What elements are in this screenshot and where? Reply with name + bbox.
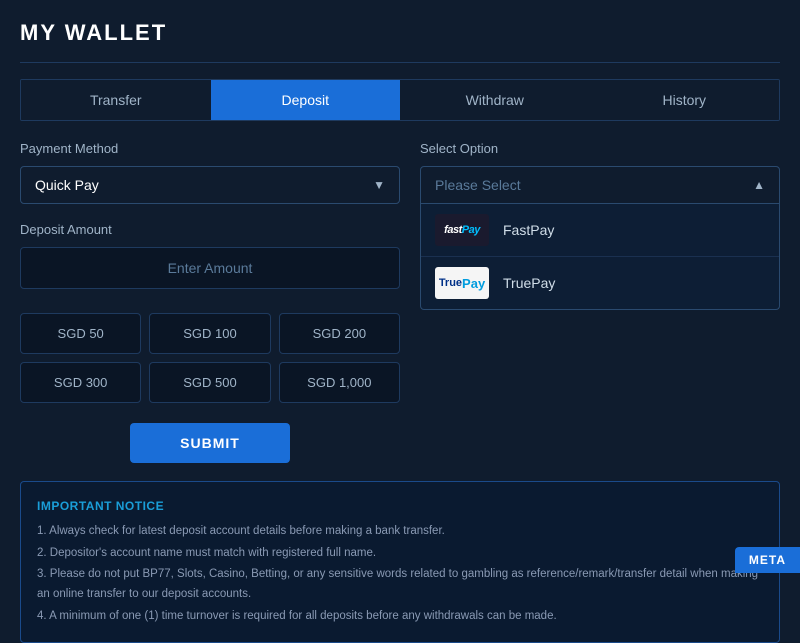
notice-item-2: Depositor's account name must match with… — [37, 544, 763, 564]
amount-btn-500[interactable]: SGD 500 — [149, 362, 270, 403]
notice-title: IMPORTANT NOTICE — [37, 496, 763, 516]
meta-button[interactable]: META — [735, 547, 800, 573]
left-panel: Payment Method Quick Pay ▼ Deposit Amoun… — [20, 141, 400, 481]
amount-grid: SGD 50 SGD 100 SGD 200 SGD 300 SGD 500 S… — [20, 313, 400, 403]
amount-btn-300[interactable]: SGD 300 — [20, 362, 141, 403]
page-title: MY WALLET — [20, 20, 780, 46]
title-divider — [20, 62, 780, 63]
notice-item-1: Always check for latest deposit account … — [37, 522, 763, 542]
tab-withdraw[interactable]: Withdraw — [400, 80, 590, 120]
amount-btn-1000[interactable]: SGD 1,000 — [279, 362, 400, 403]
amount-btn-50[interactable]: SGD 50 — [20, 313, 141, 354]
tab-bar: Transfer Deposit Withdraw History — [20, 79, 780, 121]
truepay-label: TruePay — [503, 275, 555, 291]
main-content: Payment Method Quick Pay ▼ Deposit Amoun… — [20, 141, 780, 481]
chevron-up-icon: ▲ — [753, 178, 765, 192]
amount-btn-200[interactable]: SGD 200 — [279, 313, 400, 354]
fastpay-label: FastPay — [503, 222, 554, 238]
fastpay-logo: fastPay — [435, 214, 489, 246]
notice-list: Always check for latest deposit account … — [37, 522, 763, 626]
deposit-amount-label: Deposit Amount — [20, 222, 400, 237]
select-placeholder: Please Select — [435, 177, 521, 193]
submit-row: SUBMIT — [20, 423, 400, 463]
tab-transfer[interactable]: Transfer — [21, 80, 211, 120]
option-fastpay[interactable]: fastPay FastPay — [421, 204, 779, 257]
select-option-label: Select Option — [420, 141, 780, 156]
right-panel: Select Option Please Select ▲ fastPay Fa… — [420, 141, 780, 481]
amount-btn-100[interactable]: SGD 100 — [149, 313, 270, 354]
tab-deposit[interactable]: Deposit — [211, 80, 401, 120]
select-option-dropdown[interactable]: Please Select ▲ — [420, 166, 780, 204]
notice-box: IMPORTANT NOTICE Always check for latest… — [20, 481, 780, 643]
deposit-amount-section: Deposit Amount — [20, 222, 400, 299]
notice-item-4: A minimum of one (1) time turnover is re… — [37, 607, 763, 627]
select-options-list: fastPay FastPay TruePay TruePay — [420, 204, 780, 310]
payment-method-label: Payment Method — [20, 141, 400, 156]
notice-item-3: Please do not put BP77, Slots, Casino, B… — [37, 565, 763, 604]
tab-history[interactable]: History — [590, 80, 780, 120]
payment-method-value: Quick Pay — [35, 177, 99, 193]
select-option-wrapper: Please Select ▲ fastPay FastPay TruePa — [420, 166, 780, 310]
chevron-down-icon: ▼ — [373, 178, 385, 192]
truepay-logo: TruePay — [435, 267, 489, 299]
amount-input[interactable] — [20, 247, 400, 289]
option-truepay[interactable]: TruePay TruePay — [421, 257, 779, 309]
payment-method-dropdown[interactable]: Quick Pay ▼ — [20, 166, 400, 204]
submit-button[interactable]: SUBMIT — [130, 423, 290, 463]
